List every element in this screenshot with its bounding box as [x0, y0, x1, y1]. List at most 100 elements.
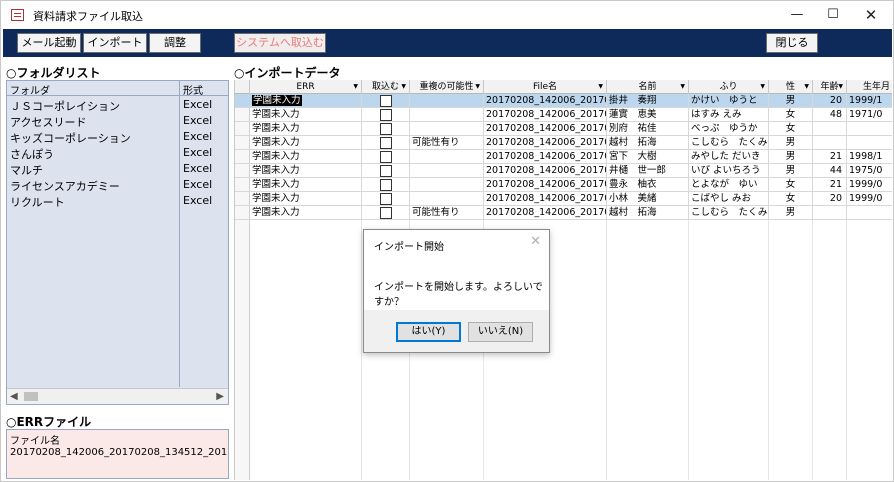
- table-row[interactable]: 学園未入力 20170208_142006_20170208蓮實 恵美 はすみ えみ…: [235, 108, 892, 122]
- birthdate-cell[interactable]: [847, 136, 892, 150]
- column-header[interactable]: 年齢 ▼: [813, 80, 847, 94]
- import-to-system-button[interactable]: システムへ取込む: [234, 33, 326, 53]
- adjust-button[interactable]: 調整: [149, 33, 201, 53]
- sort-dropdown-icon[interactable]: ▼: [475, 80, 480, 94]
- column-header[interactable]: 生年月: [847, 80, 892, 94]
- sort-dropdown-icon[interactable]: ▼: [598, 80, 603, 94]
- import-checkbox[interactable]: [380, 207, 392, 219]
- age-cell[interactable]: 20: [813, 192, 847, 206]
- no-button[interactable]: いいえ(N): [468, 322, 533, 342]
- file-name-cell[interactable]: 20170208_142006_20170208: [484, 108, 607, 122]
- import-checkbox-cell[interactable]: [362, 150, 410, 164]
- birthdate-cell[interactable]: 1971/0: [847, 108, 892, 122]
- import-checkbox-cell[interactable]: [362, 164, 410, 178]
- duplicate-cell[interactable]: [410, 164, 484, 178]
- birthdate-cell[interactable]: 1975/0: [847, 164, 892, 178]
- import-checkbox-cell[interactable]: [362, 206, 410, 220]
- column-header[interactable]: 名前 ▼: [607, 80, 689, 94]
- sex-cell[interactable]: 女: [769, 108, 813, 122]
- close-button[interactable]: 閉じる: [766, 33, 818, 53]
- furigana-cell[interactable]: いび よいちろう: [689, 164, 769, 178]
- scroll-right-icon[interactable]: ▶: [216, 391, 224, 402]
- err-cell[interactable]: 学園未入力: [250, 136, 362, 150]
- yes-button[interactable]: はい(Y): [396, 322, 461, 342]
- column-header[interactable]: 重複の可能性 ▼: [410, 80, 484, 94]
- sex-cell[interactable]: 女: [769, 192, 813, 206]
- file-name-cell[interactable]: 20170208_142006_20170208: [484, 122, 607, 136]
- column-header[interactable]: File名 ▼: [484, 80, 607, 94]
- furigana-cell[interactable]: こしむら たくみ: [689, 136, 769, 150]
- column-header[interactable]: ふり ▼: [689, 80, 769, 94]
- birthdate-cell[interactable]: 1999/0: [847, 178, 892, 192]
- birthdate-cell[interactable]: 1998/1: [847, 150, 892, 164]
- list-item[interactable]: キッズコーポレーション Excel: [7, 129, 228, 145]
- table-row[interactable]: 学園未入力 可能性有り 20170208_142006_20170208越村 拓海 こ…: [235, 136, 892, 150]
- duplicate-cell[interactable]: [410, 178, 484, 192]
- sort-dropdown-icon[interactable]: ▼: [838, 80, 843, 94]
- duplicate-cell[interactable]: 可能性有り: [410, 136, 484, 150]
- import-checkbox[interactable]: [380, 137, 392, 149]
- list-item[interactable]: マルチ Excel: [7, 161, 228, 177]
- file-name-cell[interactable]: 20170208_142006_20170208: [484, 192, 607, 206]
- err-cell[interactable]: 学園未入力: [250, 164, 362, 178]
- sort-dropdown-icon[interactable]: ▼: [760, 80, 765, 94]
- name-cell[interactable]: 井樋 世一郎: [607, 164, 689, 178]
- sort-dropdown-icon[interactable]: ▼: [804, 80, 809, 94]
- age-cell[interactable]: 21: [813, 178, 847, 192]
- err-cell[interactable]: 学園未入力: [250, 192, 362, 206]
- horizontal-scrollbar[interactable]: ◀ ▶: [7, 388, 228, 404]
- furigana-cell[interactable]: こしむら たくみ: [689, 206, 769, 220]
- table-row[interactable]: 学園未入力 20170208_142006_20170208宮下 大樹 みやした だ…: [235, 150, 892, 164]
- file-name-cell[interactable]: 20170208_142006_20170208: [484, 178, 607, 192]
- duplicate-cell[interactable]: [410, 150, 484, 164]
- duplicate-cell[interactable]: 可能性有り: [410, 206, 484, 220]
- name-cell[interactable]: 掛井 奏翔: [607, 94, 689, 108]
- table-row[interactable]: 学園未入力 20170208_142006_20170208掛井 奏翔 かけい ゆう…: [235, 94, 892, 108]
- birthdate-cell[interactable]: [847, 206, 892, 220]
- import-checkbox-cell[interactable]: [362, 192, 410, 206]
- sex-cell[interactable]: 男: [769, 164, 813, 178]
- table-row[interactable]: 学園未入力 20170208_142006_20170208井樋 世一郎 いび よい…: [235, 164, 892, 178]
- maximize-icon[interactable]: ☐: [815, 1, 851, 29]
- birthdate-cell[interactable]: 1999/0: [847, 192, 892, 206]
- minimize-icon[interactable]: —: [779, 1, 815, 29]
- column-header[interactable]: ERR ▼: [250, 80, 362, 94]
- name-cell[interactable]: 越村 拓海: [607, 206, 689, 220]
- duplicate-cell[interactable]: [410, 108, 484, 122]
- age-cell[interactable]: [813, 136, 847, 150]
- import-checkbox[interactable]: [380, 109, 392, 121]
- age-cell[interactable]: 44: [813, 164, 847, 178]
- import-checkbox[interactable]: [380, 95, 392, 107]
- import-checkbox-cell[interactable]: [362, 178, 410, 192]
- birthdate-cell[interactable]: [847, 122, 892, 136]
- import-checkbox[interactable]: [380, 123, 392, 135]
- name-cell[interactable]: 豊永 柚衣: [607, 178, 689, 192]
- err-cell[interactable]: 学園未入力: [250, 150, 362, 164]
- import-checkbox-cell[interactable]: [362, 94, 410, 108]
- import-checkbox[interactable]: [380, 179, 392, 191]
- select-all-corner[interactable]: [235, 80, 250, 94]
- column-header[interactable]: 性 ▼: [769, 80, 813, 94]
- file-name-cell[interactable]: 20170208_142006_20170208: [484, 94, 607, 108]
- import-checkbox-cell[interactable]: [362, 136, 410, 150]
- age-cell[interactable]: 20: [813, 94, 847, 108]
- import-checkbox-cell[interactable]: [362, 108, 410, 122]
- list-item[interactable]: ライセンスアカデミー Excel: [7, 177, 228, 193]
- table-row[interactable]: 学園未入力 20170208_142006_20170208別府 祐佳 べっぷ ゆう…: [235, 122, 892, 136]
- err-cell[interactable]: 学園未入力: [250, 178, 362, 192]
- furigana-cell[interactable]: こばやし みお: [689, 192, 769, 206]
- mail-launch-button[interactable]: メール起動: [17, 33, 81, 53]
- furigana-cell[interactable]: はすみ えみ: [689, 108, 769, 122]
- duplicate-cell[interactable]: [410, 122, 484, 136]
- file-name-cell[interactable]: 20170208_142006_20170208: [484, 164, 607, 178]
- err-file-name[interactable]: 20170208_142006_20170208_134512_20170208…: [10, 447, 228, 458]
- name-cell[interactable]: 宮下 大樹: [607, 150, 689, 164]
- age-cell[interactable]: 48: [813, 108, 847, 122]
- table-row[interactable]: 学園未入力 可能性有り 20170208_142006_20170208越村 拓海 こ…: [235, 206, 892, 220]
- err-cell[interactable]: 学園未入力: [250, 94, 362, 108]
- column-header[interactable]: 取込む ▼: [362, 80, 410, 94]
- sort-dropdown-icon[interactable]: ▼: [401, 80, 406, 94]
- age-cell[interactable]: 21: [813, 150, 847, 164]
- import-checkbox[interactable]: [380, 193, 392, 205]
- err-cell[interactable]: 学園未入力: [250, 108, 362, 122]
